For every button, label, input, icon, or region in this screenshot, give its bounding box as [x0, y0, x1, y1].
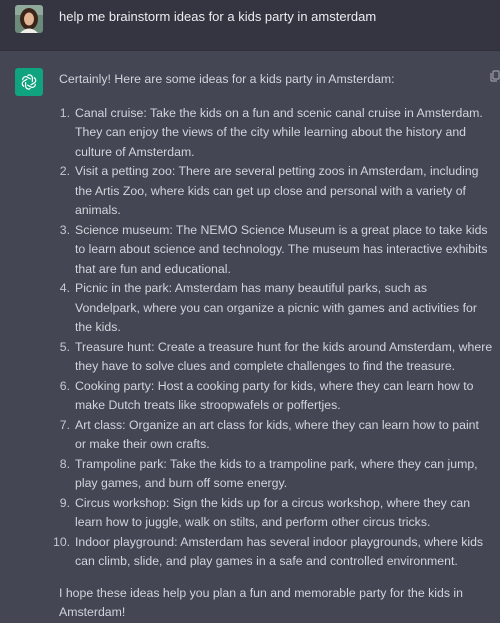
list-number: 1.	[59, 105, 70, 120]
assistant-message-row: Certainly! Here are some ideas for a kid…	[0, 51, 500, 619]
user-avatar	[15, 5, 43, 33]
list-number: 4.	[59, 281, 70, 295]
list-item: 4. Picnic in the park: Amsterdam has many…	[59, 279, 493, 338]
list-item: 8. Trampoline park: Take the kids to a tr…	[59, 455, 493, 494]
list-number: 9.	[59, 495, 70, 510]
list-item-text: Picnic in the park: Amsterdam has many b…	[75, 281, 477, 334]
list-item: 7. Art class: Organize an art class for k…	[59, 416, 493, 455]
list-item-text: Treasure hunt: Create a treasure hunt fo…	[75, 339, 493, 374]
list-number: 2.	[59, 164, 70, 178]
list-item-text: Cooking party: Host a cooking party for …	[75, 378, 474, 413]
list-item: 2. Visit a petting zoo: There are several…	[59, 162, 493, 221]
list-item-text: Trampoline park: Take the kids to a tram…	[75, 456, 478, 491]
assistant-message-content: Certainly! Here are some ideas for a kid…	[53, 70, 493, 623]
list-item-text: Indoor playground: Amsterdam has several…	[75, 534, 484, 569]
ideas-list: 1. Canal cruise: Take the kids on a fun a…	[53, 104, 493, 572]
list-item: 5. Treasure hunt: Create a treasure hunt …	[59, 338, 493, 377]
list-item-text: Science museum: The NEMO Science Museum …	[75, 222, 488, 276]
assistant-intro: Certainly! Here are some ideas for a kid…	[59, 72, 395, 86]
list-item: 6. Cooking party: Host a cooking party fo…	[59, 377, 493, 416]
list-item: 1. Canal cruise: Take the kids on a fun a…	[59, 104, 493, 163]
list-item: 10. Indoor playground: Amsterdam has seve…	[53, 533, 493, 572]
list-item: 9. Circus workshop: Sign the kids up for …	[59, 494, 493, 533]
openai-logo-icon	[15, 68, 43, 96]
list-number: 5.	[59, 339, 70, 354]
list-number: 3.	[59, 222, 70, 237]
list-item-text: Canal cruise: Take the kids on a fun and…	[75, 105, 483, 159]
assistant-outro: I hope these ideas help you plan a fun a…	[59, 585, 464, 620]
list-number: 6.	[59, 378, 70, 393]
list-number: 10.	[53, 534, 71, 549]
list-number: 7.	[59, 417, 70, 432]
list-item: 3. Science museum: The NEMO Science Museu…	[59, 221, 493, 280]
list-item-text: Circus workshop: Sign the kids up for a …	[75, 495, 471, 530]
list-item-text: Visit a petting zoo: There are several p…	[75, 164, 479, 217]
list-number: 8.	[59, 456, 70, 471]
user-message-text: help me brainstorm ideas for a kids part…	[59, 9, 377, 24]
user-message-row: help me brainstorm ideas for a kids part…	[0, 0, 500, 51]
list-item-text: Art class: Organize an art class for kid…	[75, 417, 479, 452]
